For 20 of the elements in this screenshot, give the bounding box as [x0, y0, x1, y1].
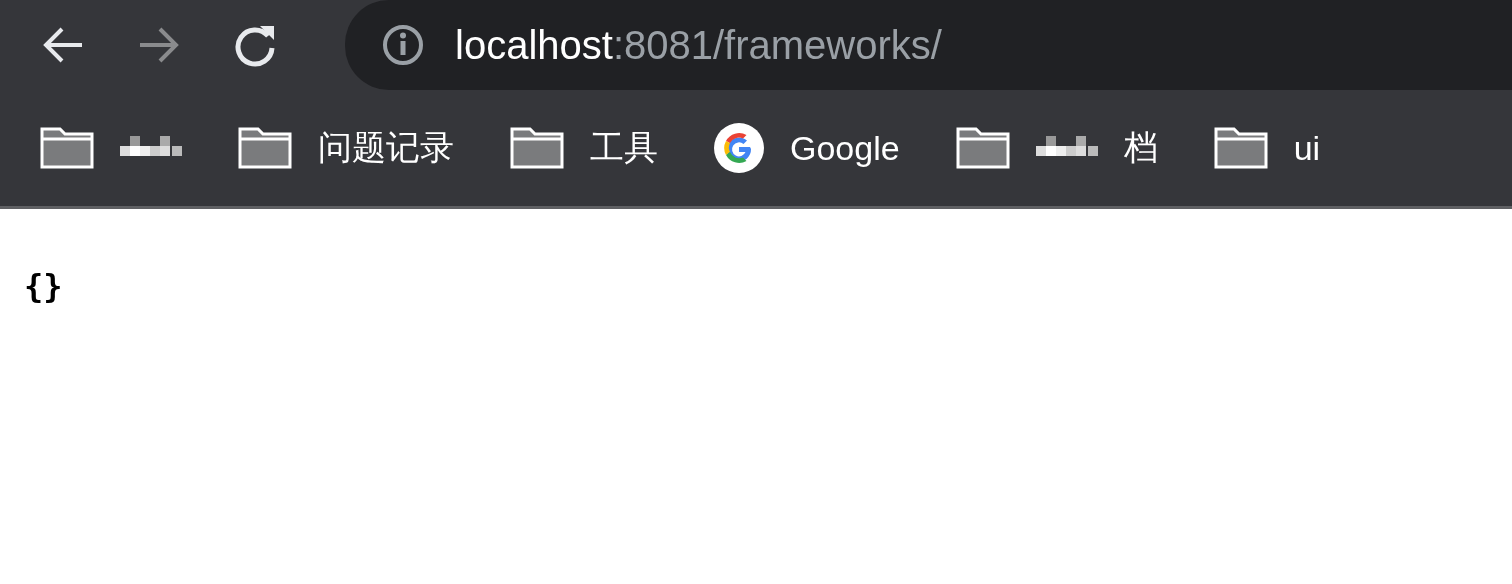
bookmark[interactable]: 档: [955, 125, 1158, 171]
bookmark[interactable]: ui: [1213, 127, 1321, 169]
bookmark-label: 工具: [590, 127, 658, 168]
bookmark-label: 问题记录: [318, 127, 454, 168]
bookmark[interactable]: 问题记录: [238, 125, 454, 171]
folder-icon: [40, 127, 94, 169]
folder-icon: [955, 127, 1010, 169]
bookmark-label: 档: [1123, 127, 1158, 168]
bookmark-label: ui: [1293, 128, 1321, 168]
address-bar[interactable]: localhost:8081/frameworks/: [345, 0, 1512, 90]
bookmark[interactable]: 工具: [510, 125, 658, 171]
google-logo-icon: [714, 123, 764, 173]
folder-icon: [238, 127, 292, 169]
folder-icon: [510, 127, 564, 169]
folder-icon: [1213, 127, 1268, 169]
bookmark[interactable]: Google: [714, 123, 900, 173]
bookmark[interactable]: [40, 127, 182, 169]
bookmark-label: Google: [790, 128, 900, 168]
json-output: {}: [24, 267, 63, 305]
info-icon[interactable]: [381, 23, 425, 67]
